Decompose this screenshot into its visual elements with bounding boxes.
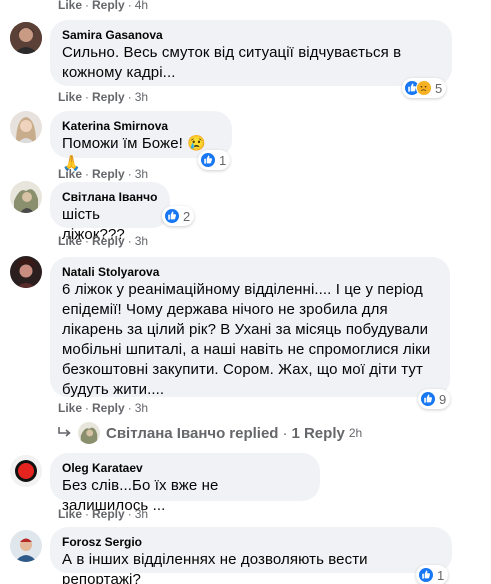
like-link[interactable]: Like [58, 401, 82, 415]
comment-text: безкоштовні закупити. Сором. Жах, що мої… [62, 361, 423, 378]
like-link[interactable]: Like [58, 0, 82, 12]
reaction-summary[interactable]: 5 [402, 78, 447, 98]
like-icon [418, 567, 434, 583]
comment-text: А в інших відділеннях не дозволяють вест… [62, 551, 368, 584]
comment-actions: Like · Reply · 3h [58, 90, 149, 104]
avatar[interactable] [10, 181, 42, 213]
like-icon [420, 391, 436, 407]
reply-arrow-icon [58, 425, 72, 442]
comment-time[interactable]: 4h [135, 0, 148, 12]
comment-author[interactable]: Oleg Karataev [62, 460, 308, 476]
reaction-count: 9 [439, 391, 447, 407]
reply-link[interactable]: Reply [92, 507, 125, 521]
reaction-summary[interactable]: 2 [162, 206, 195, 226]
avatar [78, 422, 100, 444]
comment-time[interactable]: 3h [135, 90, 148, 104]
comment-actions: Like · Reply · 3h [58, 507, 149, 521]
avatar[interactable] [10, 111, 42, 143]
reply-link[interactable]: Reply [92, 167, 125, 181]
comment-bubble: Natali Stolyarova 6 ліжок у реанімаційно… [50, 257, 450, 398]
like-link[interactable]: Like [58, 167, 82, 181]
reaction-summary[interactable]: 1 [198, 150, 231, 170]
comment-time[interactable]: 3h [135, 167, 148, 181]
comment-time[interactable]: 3h [135, 401, 148, 415]
comment-time[interactable]: 3h [135, 234, 148, 248]
reaction-summary[interactable]: 9 [418, 389, 451, 409]
comment-text: епідемії! Чому держава нічого не зробила… [62, 301, 388, 318]
comment-time[interactable]: 3h [135, 507, 148, 521]
separator: · [282, 424, 288, 442]
comment-actions-top: Like · Reply · 4h [58, 0, 149, 12]
avatar[interactable] [10, 22, 42, 54]
reply-link[interactable]: Reply [92, 0, 125, 12]
like-icon [200, 152, 216, 168]
like-link[interactable]: Like [58, 507, 82, 521]
comment-bubble: Samira Gasanova Сильно. Весь смуток від … [50, 20, 452, 86]
reaction-summary[interactable]: 1 [416, 565, 449, 584]
avatar[interactable] [10, 256, 42, 288]
reaction-count: 1 [437, 567, 445, 583]
reply-link[interactable]: Reply [92, 234, 125, 248]
comment-text: кожному кадрі... [62, 64, 176, 81]
reaction-count: 5 [435, 80, 443, 96]
comment-author[interactable]: Natali Stolyarova [62, 264, 438, 280]
sad-icon [416, 80, 432, 96]
reply-link[interactable]: Reply [92, 90, 125, 104]
comment-author[interactable]: Forosz Sergio [62, 534, 440, 550]
comment-author[interactable]: Світлана Іванчо [62, 189, 158, 205]
avatar[interactable] [10, 455, 42, 487]
like-link[interactable]: Like [58, 234, 82, 248]
like-icon [164, 208, 180, 224]
comment-bubble: Світлана Іванчо шість ліжок??? [50, 182, 170, 243]
reply-count: 1 Reply [291, 424, 345, 442]
reply-link[interactable]: Reply [92, 401, 125, 415]
comment-actions: Like · Reply · 3h [58, 401, 149, 415]
comment-author[interactable]: Samira Gasanova [62, 27, 440, 43]
reply-author: Світлана Іванчо [106, 424, 226, 442]
comment-actions: Like · Reply · 3h [58, 234, 149, 248]
reply-time: 2h [348, 426, 363, 440]
comment-author[interactable]: Katerina Smirnova [62, 118, 220, 134]
reply-action: replied [229, 424, 279, 442]
comment-bubble: Oleg Karataev Без слів...Бо їх вже не за… [50, 453, 320, 514]
comment-text: лікарень за цілий рік? В Ухані за місяць… [62, 321, 429, 338]
comment-text: мобільні шпиталі, а наші навіть не спром… [62, 341, 431, 358]
reaction-count: 2 [183, 208, 191, 224]
comment-bubble: Forosz Sergio А в інших відділеннях не д… [50, 527, 452, 584]
like-link[interactable]: Like [58, 90, 82, 104]
reaction-count: 1 [219, 152, 227, 168]
view-replies-link[interactable]: Світлана Іванчо replied · 1 Reply 2h [58, 420, 362, 446]
comment-text: 6 ліжок у реанімаційному відділенні.... … [62, 281, 423, 298]
avatar[interactable] [10, 530, 42, 562]
comment-text: будуть жити.... [62, 381, 165, 398]
comment-text: Сильно. Весь смуток від ситуації відчува… [62, 44, 402, 61]
comment-actions: Like · Reply · 3h [58, 167, 149, 181]
